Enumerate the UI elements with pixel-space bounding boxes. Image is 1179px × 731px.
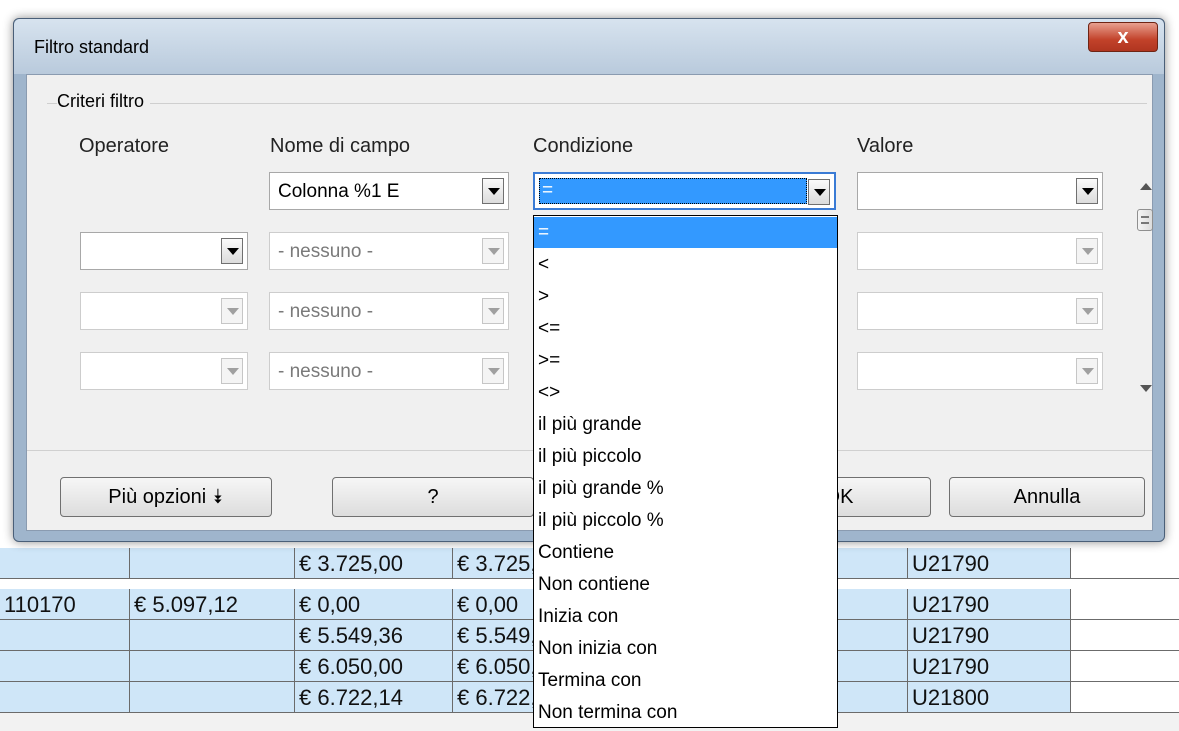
cell[interactable]: [0, 620, 130, 651]
dropdown-option[interactable]: <: [534, 249, 837, 280]
cell[interactable]: [0, 651, 130, 682]
header-operator: Operatore: [79, 135, 170, 157]
condition-value: =: [539, 178, 807, 204]
cell[interactable]: U21790: [908, 548, 1071, 579]
cell[interactable]: [0, 682, 130, 713]
cell[interactable]: € 6.722,14: [295, 682, 453, 713]
help-button[interactable]: ?: [332, 477, 534, 517]
cell[interactable]: [130, 548, 295, 579]
dropdown-option[interactable]: Inizia con: [534, 601, 837, 632]
header-condition: Condizione: [533, 135, 634, 157]
cell[interactable]: € 3.725,00: [295, 548, 453, 579]
chevron-down-icon[interactable]: [482, 178, 504, 204]
cell[interactable]: [1071, 651, 1179, 682]
dropdown-option[interactable]: Non inizia con: [534, 633, 837, 664]
operator-select-4[interactable]: [80, 352, 248, 390]
scroll-down-icon[interactable]: [1140, 385, 1152, 392]
chevron-down-icon[interactable]: [1076, 178, 1098, 204]
cell[interactable]: [1071, 548, 1179, 579]
close-icon: x: [1117, 26, 1129, 48]
cell[interactable]: [130, 620, 295, 651]
cell[interactable]: U21790: [908, 620, 1071, 651]
cell[interactable]: [130, 682, 295, 713]
condition-select-1[interactable]: =: [533, 172, 836, 210]
scroll-up-icon[interactable]: [1140, 183, 1152, 190]
cell[interactable]: € 6.050,00: [295, 651, 453, 682]
group-divider: [47, 103, 1147, 104]
dropdown-option[interactable]: >=: [534, 345, 837, 376]
dropdown-option[interactable]: <=: [534, 313, 837, 344]
field-name-value: Colonna %1 E: [278, 181, 400, 202]
dialog-title: Filtro standard: [34, 37, 150, 57]
cell[interactable]: € 5.097,12: [130, 589, 295, 620]
dropdown-option[interactable]: Contiene: [534, 537, 837, 568]
cell[interactable]: 110170: [0, 589, 130, 620]
field-name-select-2[interactable]: - nessuno -: [269, 232, 509, 270]
header-field-name: Nome di campo: [270, 135, 411, 157]
field-name-select-1[interactable]: Colonna %1 E: [269, 172, 509, 210]
dropdown-option[interactable]: =: [534, 217, 837, 248]
cell[interactable]: € 0,00: [295, 589, 453, 620]
cell[interactable]: [1071, 620, 1179, 651]
dropdown-option[interactable]: <>: [534, 377, 837, 408]
cell[interactable]: [1071, 589, 1179, 620]
cancel-button[interactable]: Annulla: [949, 477, 1145, 517]
operator-select-3[interactable]: [80, 292, 248, 330]
dropdown-option[interactable]: Non termina con: [534, 697, 837, 728]
field-name-value: - nessuno -: [278, 241, 374, 262]
field-name-value: - nessuno -: [278, 301, 374, 322]
cell[interactable]: U21790: [908, 589, 1071, 620]
chevron-down-icon[interactable]: [808, 179, 830, 205]
field-name-select-4[interactable]: - nessuno -: [269, 352, 509, 390]
value-select-1[interactable]: [857, 172, 1103, 210]
dropdown-option[interactable]: il più piccolo %: [534, 505, 837, 536]
dropdown-option[interactable]: il più piccolo: [534, 441, 837, 472]
chevron-down-icon[interactable]: [1076, 238, 1098, 264]
chevron-down-icon[interactable]: [1076, 298, 1098, 324]
chevron-down-icon[interactable]: [482, 238, 504, 264]
header-value: Valore: [857, 135, 914, 157]
dropdown-option[interactable]: il più grande: [534, 409, 837, 440]
chevron-down-icon[interactable]: [482, 298, 504, 324]
chevron-down-icon[interactable]: [482, 358, 504, 384]
chevron-down-icon[interactable]: [221, 298, 243, 324]
cell[interactable]: U21790: [908, 651, 1071, 682]
value-select-2[interactable]: [857, 232, 1103, 270]
dialog-titlebar[interactable]: Filtro standard x: [14, 19, 1164, 74]
chevron-down-icon[interactable]: [1076, 358, 1098, 384]
dropdown-option[interactable]: il più grande %: [534, 473, 837, 504]
more-options-button[interactable]: Più opzioni ⯯: [60, 477, 272, 517]
close-button[interactable]: x: [1088, 22, 1158, 52]
cell[interactable]: € 5.549,36: [295, 620, 453, 651]
group-label: Criteri filtro: [57, 91, 151, 112]
value-select-3[interactable]: [857, 292, 1103, 330]
cell[interactable]: [0, 548, 130, 579]
field-name-value: - nessuno -: [278, 361, 374, 382]
dropdown-option[interactable]: Non contiene: [534, 569, 837, 600]
cell[interactable]: [1071, 682, 1179, 713]
cell[interactable]: U21800: [908, 682, 1071, 713]
scroll-thumb[interactable]: [1137, 209, 1153, 231]
value-select-4[interactable]: [857, 352, 1103, 390]
chevron-down-icon[interactable]: [221, 238, 243, 264]
cell[interactable]: [130, 651, 295, 682]
dropdown-option[interactable]: Termina con: [534, 665, 837, 696]
dropdown-option[interactable]: >: [534, 281, 837, 312]
criteria-scrollbar[interactable]: [1135, 175, 1157, 395]
condition-dropdown-list[interactable]: = < > <= >= <> il più grande il più picc…: [533, 215, 838, 728]
field-name-select-3[interactable]: - nessuno -: [269, 292, 509, 330]
operator-select-2[interactable]: [80, 232, 248, 270]
chevron-down-icon[interactable]: [221, 358, 243, 384]
